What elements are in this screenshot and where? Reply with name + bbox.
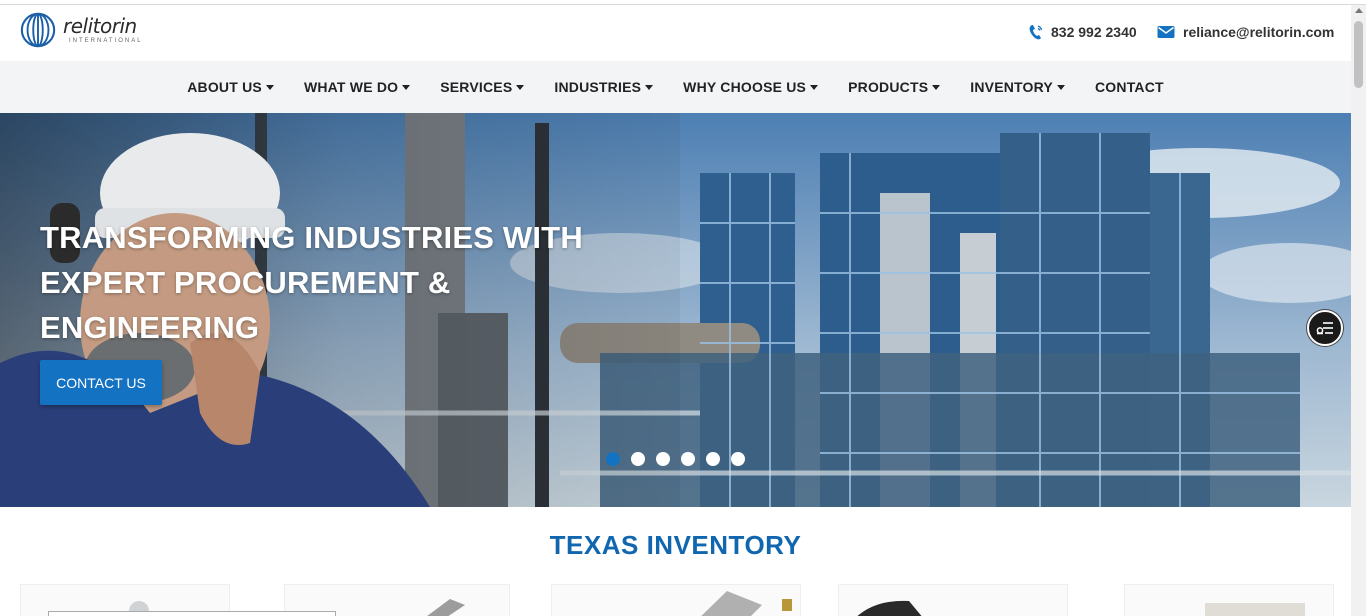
nav-item-services[interactable]: SERVICES bbox=[440, 79, 525, 95]
nav-item-why-choose-us[interactable]: WHY CHOOSE US bbox=[683, 79, 819, 95]
page-scrollbar[interactable] bbox=[1351, 5, 1366, 616]
slide-dot-1[interactable] bbox=[606, 452, 620, 466]
caret-down-icon bbox=[932, 84, 941, 90]
caret-down-icon bbox=[1056, 84, 1065, 90]
nav-label: WHY CHOOSE US bbox=[683, 79, 807, 95]
nav-item-what-we-do[interactable]: WHAT WE DO bbox=[303, 79, 411, 95]
slide-dot-5[interactable] bbox=[706, 452, 720, 466]
nav-label: CONTACT bbox=[1094, 79, 1164, 95]
caret-down-icon bbox=[516, 84, 525, 90]
settings-sliders-button[interactable] bbox=[1307, 310, 1343, 346]
nav-label: SERVICES bbox=[440, 79, 513, 95]
main-nav: ABOUT US WHAT WE DO SERVICES INDUSTRIES … bbox=[0, 61, 1351, 113]
inventory-card[interactable] bbox=[1124, 584, 1334, 616]
inventory-card[interactable] bbox=[551, 584, 801, 616]
site-header: relitorin INTERNATIONAL 832 992 2340 rel… bbox=[0, 5, 1351, 61]
nav-item-industries[interactable]: INDUSTRIES bbox=[554, 79, 654, 95]
nav-item-contact[interactable]: CONTACT bbox=[1095, 79, 1164, 95]
bottom-popup-edge[interactable] bbox=[48, 611, 336, 616]
contact-us-button[interactable]: CONTACT US bbox=[40, 360, 162, 405]
hero-heading: TRANSFORMING INDUSTRIES WITH EXPERT PROC… bbox=[40, 215, 600, 350]
hero-heading-line-3: ENGINEERING bbox=[40, 310, 260, 345]
nav-item-about-us[interactable]: ABOUT US bbox=[187, 79, 274, 95]
caret-down-icon bbox=[645, 84, 654, 90]
phone-number: 832 992 2340 bbox=[1051, 24, 1137, 40]
nav-item-products[interactable]: PRODUCTS bbox=[848, 79, 941, 95]
envelope-icon bbox=[1157, 26, 1175, 38]
scroll-up-arrow-icon[interactable] bbox=[1355, 8, 1363, 13]
email-address: reliance@relitorin.com bbox=[1183, 24, 1335, 40]
slide-dot-4[interactable] bbox=[681, 452, 695, 466]
product-image bbox=[701, 591, 792, 616]
nav-label: ABOUT US bbox=[187, 79, 262, 95]
settings-sliders-icon bbox=[1316, 322, 1333, 335]
scrollbar-thumb[interactable] bbox=[1354, 21, 1363, 88]
nav-label: PRODUCTS bbox=[848, 79, 929, 95]
caret-down-icon bbox=[402, 84, 411, 90]
logo-subline: INTERNATIONAL bbox=[69, 38, 143, 44]
globe-logo-icon bbox=[20, 12, 56, 48]
logo-wordmark: relitorin bbox=[63, 14, 137, 38]
hero-heading-line-1: TRANSFORMING INDUSTRIES WITH bbox=[40, 220, 583, 255]
product-image bbox=[857, 600, 922, 616]
caret-down-icon bbox=[810, 84, 819, 90]
nav-item-inventory[interactable]: INVENTORY bbox=[970, 79, 1065, 95]
nav-label: INVENTORY bbox=[970, 79, 1053, 95]
product-image bbox=[1205, 603, 1305, 616]
phone-contact[interactable]: 832 992 2340 bbox=[1029, 24, 1137, 40]
email-contact[interactable]: reliance@relitorin.com bbox=[1157, 24, 1334, 40]
slide-dot-2[interactable] bbox=[631, 452, 645, 466]
slide-dot-6[interactable] bbox=[731, 452, 745, 466]
hero-heading-line-2: EXPERT PROCUREMENT & bbox=[40, 265, 451, 300]
hero-slider: TRANSFORMING INDUSTRIES WITH EXPERT PROC… bbox=[0, 113, 1351, 507]
logo[interactable]: relitorin INTERNATIONAL bbox=[19, 11, 143, 49]
slider-pagination bbox=[606, 452, 745, 466]
section-heading-texas-inventory: TEXAS INVENTORY bbox=[549, 530, 802, 560]
caret-down-icon bbox=[265, 84, 274, 90]
slide-dot-3[interactable] bbox=[656, 452, 670, 466]
inventory-card[interactable] bbox=[838, 584, 1068, 616]
phone-icon bbox=[1029, 25, 1043, 40]
nav-label: INDUSTRIES bbox=[554, 79, 642, 95]
nav-label: WHAT WE DO bbox=[303, 79, 399, 95]
